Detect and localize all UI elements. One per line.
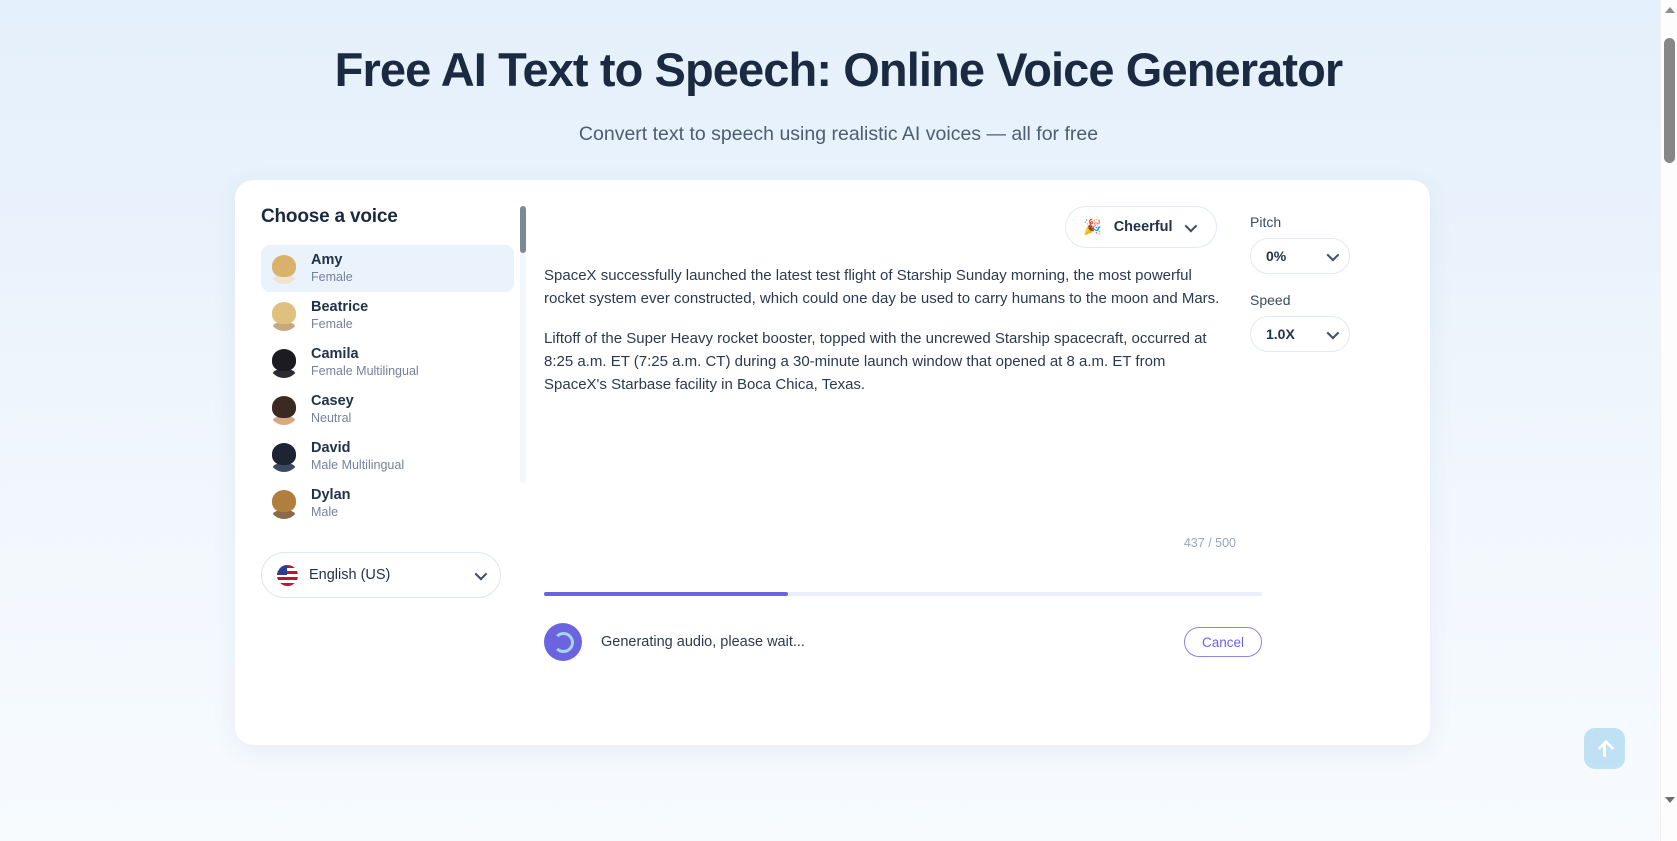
pitch-select[interactable]: 0% [1250, 238, 1350, 274]
voice-gender: Female [311, 270, 353, 285]
editor-panel: 🎉 Cheerful SpaceX successfully launched … [530, 206, 1262, 745]
page-header: Free AI Text to Speech: Online Voice Gen… [0, 0, 1677, 146]
generation-status-row: Generating audio, please wait... Cancel [544, 619, 1262, 665]
voice-item-camila[interactable]: Camila Female Multilingual [261, 339, 514, 386]
language-select-label: English (US) [309, 567, 391, 583]
scrollbar-down-arrow-icon[interactable] [1661, 792, 1677, 807]
scroll-to-top-button[interactable] [1584, 728, 1625, 769]
character-counter: 437 / 500 [1183, 536, 1236, 550]
voice-name: Casey [311, 392, 354, 409]
chevron-down-icon [1326, 326, 1340, 339]
voice-parameters-panel: Pitch 0% Speed 1.0X [1250, 206, 1430, 745]
page-scrollbar-thumb[interactable] [1664, 38, 1675, 163]
generation-progress-fill [544, 592, 789, 596]
voice-list-scrollbar[interactable] [520, 206, 526, 483]
tts-paragraph: SpaceX successfully launched the latest … [544, 267, 1220, 308]
avatar [269, 442, 299, 472]
voice-meta: Beatrice Female [311, 299, 368, 333]
cancel-button[interactable]: Cancel [1183, 627, 1262, 657]
tts-card: Choose a voice Amy Female Beatrice Female Ca… [235, 180, 1430, 745]
voice-name: Beatrice [311, 298, 369, 315]
voice-gender: Male Multilingual [311, 458, 405, 473]
voice-list-scrollbar-thumb[interactable] [520, 206, 526, 253]
speed-select[interactable]: 1.0X [1250, 316, 1350, 352]
voice-item-casey[interactable]: Casey Neutral [261, 386, 514, 433]
generation-status-text: Generating audio, please wait... [601, 634, 805, 650]
chevron-down-icon [1326, 248, 1340, 261]
generation-progress-bar [544, 592, 1262, 596]
speed-label: Speed [1250, 292, 1291, 308]
tts-text-content[interactable]: SpaceX successfully launched the latest … [544, 264, 1224, 396]
avatar [269, 489, 299, 519]
voice-gender: Female [311, 317, 353, 332]
page-scrollbar[interactable] [1660, 0, 1677, 841]
voice-meta: Amy Female [311, 252, 353, 286]
voice-meta: Dylan Male [311, 487, 351, 521]
speaking-style-select[interactable]: 🎉 Cheerful [1065, 206, 1217, 248]
voice-meta: David Male Multilingual [311, 440, 404, 474]
language-select[interactable]: English (US) [261, 552, 501, 598]
voice-name: David [311, 439, 351, 456]
page-title: Free AI Text to Speech: Online Voice Gen… [334, 43, 1344, 96]
speed-value: 1.0X [1266, 326, 1295, 342]
voice-gender: Neutral [311, 411, 352, 426]
avatar [269, 301, 299, 331]
tts-paragraph: Liftoff of the Super Heavy rocket booste… [544, 329, 1207, 394]
page-subtitle: Convert text to speech using realistic A… [578, 123, 1099, 146]
voice-name: Dylan [311, 486, 351, 503]
cheerful-emoji-icon: 🎉 [1083, 218, 1102, 236]
avatar [269, 254, 299, 284]
chevron-down-icon [474, 567, 488, 580]
scrollbar-up-arrow-icon[interactable] [1661, 2, 1677, 17]
voice-name: Amy [311, 251, 343, 268]
avatar [269, 395, 299, 425]
voice-gender: Female Multilingual [311, 364, 419, 379]
voice-item-dylan[interactable]: Dylan Male [261, 480, 514, 522]
speaking-style-label: Cheerful [1113, 219, 1173, 235]
text-input-area[interactable]: SpaceX successfully launched the latest … [544, 264, 1234, 569]
voice-item-beatrice[interactable]: Beatrice Female [261, 292, 514, 339]
choose-a-voice-heading: Choose a voice [261, 206, 398, 227]
voice-name: Camila [311, 345, 359, 362]
us-flag-icon [277, 564, 298, 586]
chevron-down-icon [1184, 219, 1197, 232]
voice-meta: Casey Neutral [311, 393, 354, 427]
voice-item-amy[interactable]: Amy Female [261, 245, 514, 292]
voice-meta: Camila Female Multilingual [311, 346, 419, 380]
voice-gender: Male [311, 505, 339, 520]
voice-list[interactable]: Amy Female Beatrice Female Camila Female Mult… [261, 245, 530, 522]
style-row: 🎉 Cheerful [544, 206, 1230, 248]
voice-item-david[interactable]: David Male Multilingual [261, 433, 514, 480]
arrow-up-icon [1598, 740, 1612, 757]
loading-spinner-icon [544, 623, 582, 661]
voice-chooser-panel: Choose a voice Amy Female Beatrice Female Ca… [235, 206, 530, 745]
pitch-value: 0% [1266, 248, 1287, 264]
avatar [269, 348, 299, 378]
pitch-label: Pitch [1250, 214, 1282, 230]
